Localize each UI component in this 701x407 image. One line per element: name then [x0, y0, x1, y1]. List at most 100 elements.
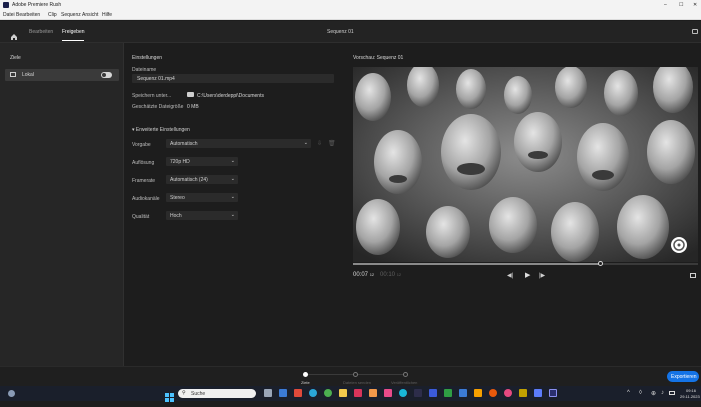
export-button-label: Exportieren: [671, 374, 697, 380]
taskbar-search[interactable]: ⚲ Suche: [178, 389, 256, 398]
search-icon: ⚲: [182, 390, 186, 396]
app-icon-19[interactable]: [534, 389, 542, 397]
app-icon-7[interactable]: [354, 389, 362, 397]
save-path[interactable]: C:\Users\derdeppi\Documents: [197, 93, 264, 99]
fullscreen-icon[interactable]: [690, 273, 696, 278]
app-icon-2[interactable]: [279, 389, 287, 397]
export-footer: Ziele Dateien senden Veröffentlichen Exp…: [0, 366, 701, 386]
app-icon-17[interactable]: [504, 389, 512, 397]
video-frame-image: [353, 67, 698, 262]
chevron-down-icon: ⌄: [303, 140, 308, 146]
audio-channels-label: Audiokanäle: [132, 196, 160, 202]
window-title: Adobe Premiere Rush: [12, 2, 62, 8]
task-view-icon[interactable]: [264, 389, 272, 397]
current-time-value: 00:07: [353, 272, 369, 278]
app-icon-8[interactable]: [369, 389, 377, 397]
save-as-label[interactable]: Speichern unter...: [132, 93, 171, 99]
computer-icon: [10, 72, 16, 77]
battery-icon[interactable]: [669, 391, 675, 395]
chrome-icon[interactable]: [324, 389, 332, 397]
step-forward-icon[interactable]: |▶: [539, 272, 545, 279]
volume-icon[interactable]: ♪: [661, 390, 664, 396]
windows-taskbar: ⚲ Suche ^ ◊ ⊕ ♪ 09:16 29.11.2023: [0, 386, 701, 402]
size-value: 0 MB: [187, 104, 199, 110]
home-icon[interactable]: [10, 28, 18, 40]
app-icon-18[interactable]: [519, 389, 527, 397]
settings-panel: Einstellungen Dateiname Sequenz 01.mp4 S…: [125, 43, 347, 366]
export-button[interactable]: Exportieren: [667, 371, 699, 382]
chevron-down-icon: ⌄: [230, 176, 235, 182]
edge-icon[interactable]: [309, 389, 317, 397]
maximize-button[interactable]: ☐: [679, 2, 683, 8]
advanced-settings-toggle[interactable]: ▾ Erweiterte Einstellungen: [132, 127, 190, 133]
menu-clip[interactable]: Clip: [48, 12, 57, 18]
step-dot-dateien-senden[interactable]: [353, 372, 358, 377]
chevron-down-icon: ⌄: [230, 194, 235, 200]
preset-select[interactable]: Automatisch ⌄: [166, 139, 311, 148]
quality-value: Hoch: [170, 213, 182, 219]
step-dot-ziele[interactable]: [303, 372, 308, 377]
window-titlebar: Adobe Premiere Rush – ☐ ✕: [0, 0, 701, 10]
timeline-progress: [353, 263, 602, 265]
playhead-handle[interactable]: [598, 261, 604, 266]
menu-ansicht[interactable]: Ansicht: [82, 12, 98, 18]
save-preset-icon[interactable]: ⇩: [317, 140, 322, 147]
tab-bearbeiten[interactable]: Bearbeiten: [29, 29, 53, 35]
menu-hilfe[interactable]: Hilfe: [102, 12, 112, 18]
triangle-down-icon: ▾: [132, 127, 135, 133]
app-icon-10[interactable]: [399, 389, 407, 397]
app-icon-9[interactable]: [384, 389, 392, 397]
app-icon-14[interactable]: [459, 389, 467, 397]
filename-label: Dateiname: [132, 67, 157, 73]
audio-channels-select[interactable]: Stereo ⌄: [166, 193, 238, 202]
sidebar-item-label: Lokal: [22, 72, 34, 78]
resolution-value: 720p HD: [170, 159, 190, 165]
tray-icon-1[interactable]: ◊: [639, 390, 642, 396]
step-back-icon[interactable]: ◀|: [507, 272, 513, 279]
widgets-icon[interactable]: [8, 390, 15, 397]
audio-channels-value: Stereo: [170, 195, 185, 201]
lokal-toggle[interactable]: [101, 72, 112, 78]
preview-video[interactable]: [353, 67, 698, 262]
menu-bar: Datei Bearbeiten Clip Sequenz Ansicht Hi…: [0, 10, 701, 20]
tab-freigeben[interactable]: Freigeben: [62, 29, 85, 35]
premiere-rush-taskbar-icon[interactable]: [549, 389, 557, 397]
app-icon-13[interactable]: [444, 389, 452, 397]
windows-start-icon[interactable]: [165, 389, 174, 402]
comment-icon[interactable]: [692, 29, 698, 34]
total-time: 00:10 12: [380, 272, 401, 278]
app-icon-15[interactable]: [474, 389, 482, 397]
menu-datei[interactable]: Datei: [3, 12, 15, 18]
tray-chevron-icon[interactable]: ^: [627, 390, 630, 396]
close-button[interactable]: ✕: [693, 2, 697, 8]
delete-preset-icon[interactable]: 🗑: [328, 140, 336, 147]
menu-bearbeiten[interactable]: Bearbeiten: [16, 12, 40, 18]
filename-field[interactable]: Sequenz 01.mp4: [132, 74, 334, 83]
play-icon[interactable]: ▶: [525, 271, 530, 279]
folder-icon[interactable]: [187, 92, 194, 97]
explorer-icon[interactable]: [339, 389, 347, 397]
app-icon-3[interactable]: [294, 389, 302, 397]
sidebar-item-lokal[interactable]: Lokal: [5, 69, 119, 81]
app-icon-16[interactable]: [489, 389, 497, 397]
clock-date[interactable]: 29.11.2023: [680, 394, 700, 399]
settings-heading: Einstellungen: [132, 55, 163, 61]
preview-heading: Vorschau: Sequenz 01: [353, 55, 404, 61]
size-label: Geschätzte Dateigröße: [132, 104, 184, 110]
step-label-dateien-senden: Dateien senden: [343, 380, 372, 385]
network-icon[interactable]: ⊕: [651, 390, 656, 397]
sidebar-heading: Ziele: [10, 55, 21, 61]
resolution-select[interactable]: 720p HD ⌄: [166, 157, 238, 166]
chevron-down-icon: ⌄: [230, 212, 235, 218]
timeline-track[interactable]: [353, 261, 698, 266]
app-icon-11[interactable]: [414, 389, 422, 397]
filename-value: Sequenz 01.mp4: [137, 76, 175, 82]
toggle-knob: [102, 73, 106, 77]
menu-sequenz[interactable]: Sequenz: [61, 12, 81, 18]
quality-select[interactable]: Hoch ⌄: [166, 211, 238, 220]
clock-time[interactable]: 09:16: [686, 388, 696, 393]
minimize-button[interactable]: –: [664, 2, 667, 8]
framerate-select[interactable]: Automatisch (24) ⌄: [166, 175, 238, 184]
app-icon-12[interactable]: [429, 389, 437, 397]
step-dot-veroeffentlichen[interactable]: [403, 372, 408, 377]
